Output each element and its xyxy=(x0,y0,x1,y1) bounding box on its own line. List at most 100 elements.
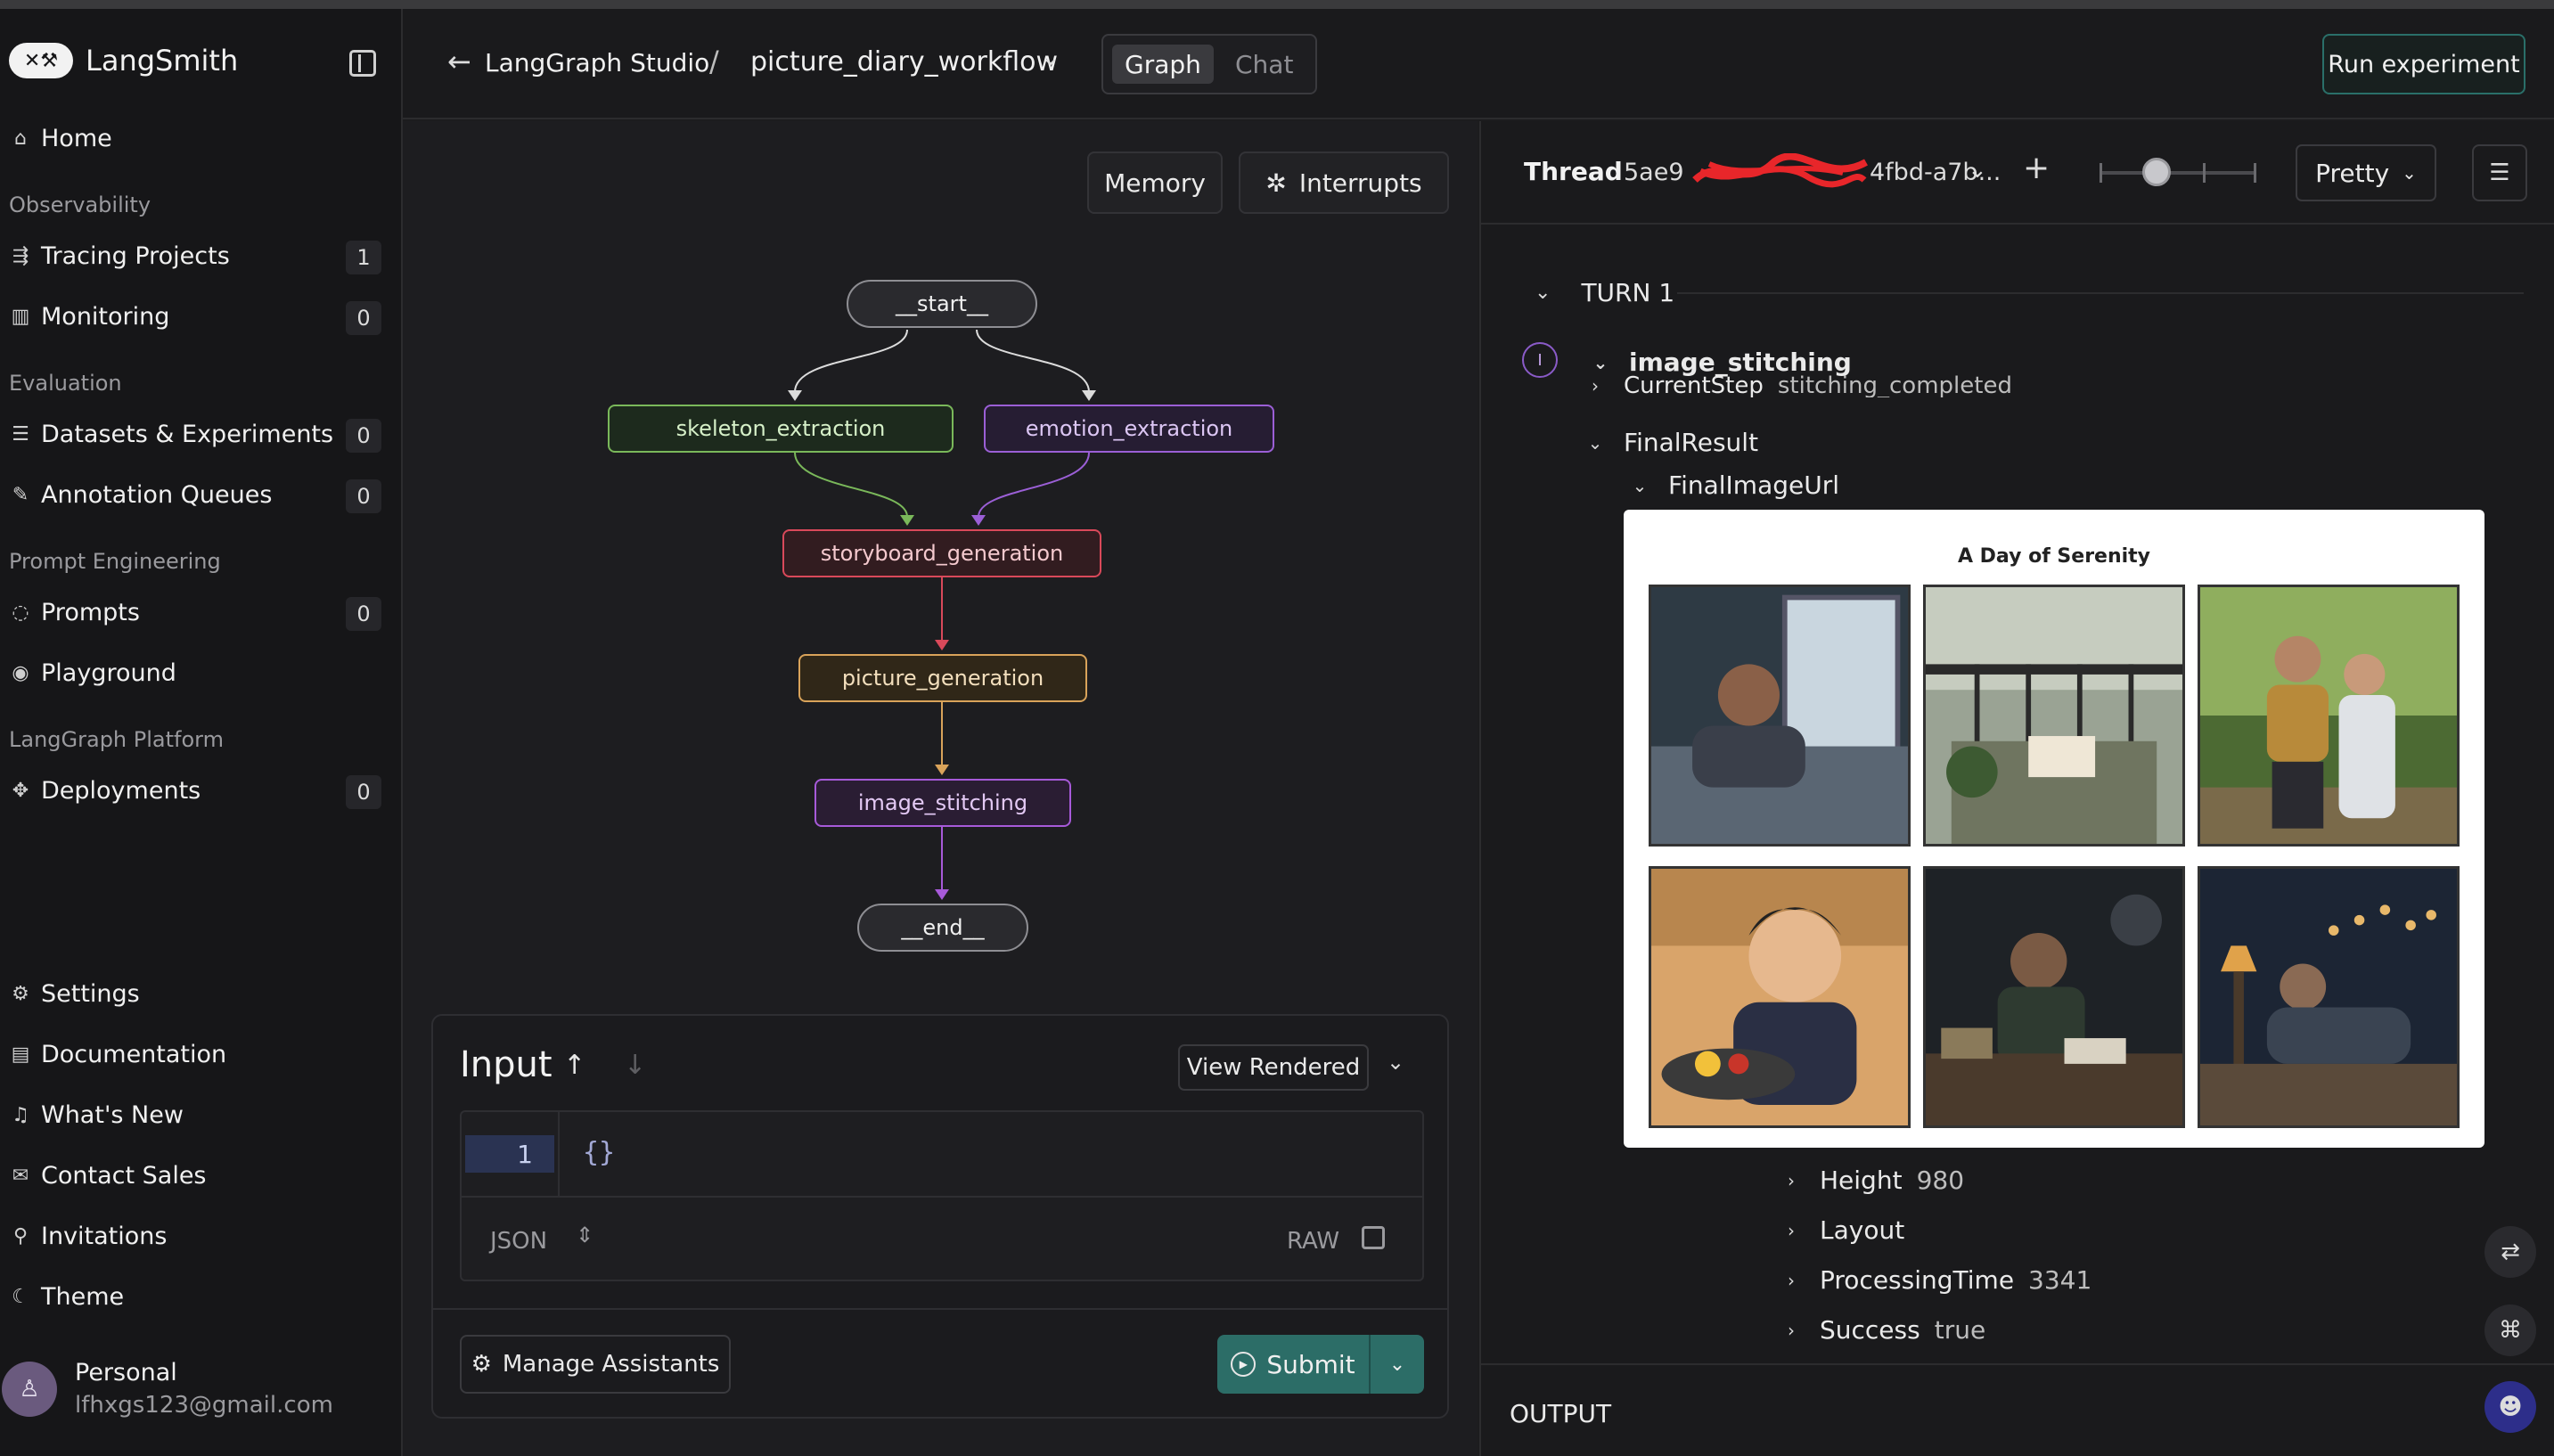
chevron-down-icon[interactable]: ⌄ xyxy=(1387,1050,1404,1075)
deploy-icon: ✥ xyxy=(12,780,29,802)
tree-row-final-result[interactable]: ⌄ FinalResult xyxy=(1586,428,1758,457)
tree-key: FinalImageUrl xyxy=(1668,470,1840,500)
section-observability: Observability xyxy=(9,192,151,217)
monitoring-icon: ▥ xyxy=(11,306,30,328)
sidebar-item-documentation[interactable]: ▤ Documentation xyxy=(9,1041,227,1068)
sidebar-item-home[interactable]: ⌂ Home xyxy=(9,125,112,152)
document-icon: ▤ xyxy=(11,1043,30,1066)
history-slider[interactable] xyxy=(2100,158,2256,186)
view-mode-toggle: Graph Chat xyxy=(1101,34,1317,94)
breadcrumb-langgraph-studio[interactable]: LangGraph Studio xyxy=(485,48,709,78)
editor-code[interactable]: {} xyxy=(583,1137,615,1168)
breadcrumb-separator: / xyxy=(709,45,719,78)
translate-icon[interactable]: ⇄ xyxy=(2484,1226,2536,1278)
datasets-count-badge: 0 xyxy=(346,419,381,453)
view-rendered-button[interactable]: View Rendered xyxy=(1178,1044,1369,1091)
edge-arrow xyxy=(1082,390,1096,401)
sidebar-item-label: Prompts xyxy=(41,599,140,626)
user-account[interactable]: ♙ Personal lfhxgs123@gmail.com xyxy=(0,1359,333,1419)
chevron-up-down-icon[interactable]: ⇕ xyxy=(576,1223,593,1247)
sidebar-item-label: Datasets & Experiments xyxy=(41,421,334,448)
edge-emotion-storyboard xyxy=(978,452,1090,518)
photo-couple-walking-park xyxy=(2198,585,2460,847)
chevron-down-icon[interactable]: ⌄ xyxy=(1041,45,1060,71)
graph-node-skeleton-extraction[interactable]: skeleton_extraction xyxy=(608,405,954,453)
view-format-label: Pretty xyxy=(2315,158,2390,188)
input-card: Input ↑ ↓ View Rendered ⌄ 1 {} JSON ⇕ RA… xyxy=(431,1014,1449,1419)
arrow-down-icon[interactable]: ↓ xyxy=(624,1050,646,1081)
step-name: image_stitching xyxy=(1629,348,1852,377)
sidebar-item-annotation-queues[interactable]: ✎ Annotation Queues xyxy=(9,481,273,509)
tree-row-height[interactable]: › Height 980 xyxy=(1782,1166,1964,1195)
tree-row-final-image-url[interactable]: ⌄ FinalImageUrl xyxy=(1631,470,1839,500)
user-email: lfhxgs123@gmail.com xyxy=(75,1392,333,1419)
edge-arrow xyxy=(900,515,914,526)
submit-button[interactable]: ▶ Submit xyxy=(1217,1335,1371,1394)
thread-id-prefix[interactable]: 5ae9 xyxy=(1624,159,1684,186)
graph-node-image-stitching[interactable]: image_stitching xyxy=(814,779,1071,827)
output-section[interactable]: OUTPUT xyxy=(1481,1363,2554,1456)
run-experiment-button[interactable]: Run experiment xyxy=(2322,34,2525,94)
tree-row-processing-time[interactable]: › ProcessingTime 3341 xyxy=(1782,1265,2091,1295)
sidebar-item-label: Documentation xyxy=(41,1041,227,1068)
graph-node-start[interactable]: __start__ xyxy=(847,280,1037,328)
json-editor[interactable]: 1 {} JSON ⇕ RAW xyxy=(460,1110,1424,1281)
tree-row-success[interactable]: › Success true xyxy=(1782,1315,1985,1345)
turn-header[interactable]: ⌄ TURN 1 xyxy=(1535,278,1674,307)
tab-graph[interactable]: Graph xyxy=(1112,45,1214,84)
sidebar-item-theme[interactable]: ☾ Theme xyxy=(9,1283,124,1311)
sidebar-item-contact-sales[interactable]: ✉ Contact Sales xyxy=(9,1162,207,1190)
tab-chat[interactable]: Chat xyxy=(1223,45,1306,84)
turn-label: TURN 1 xyxy=(1581,278,1675,307)
assistant-bot-icon[interactable]: ☻ xyxy=(2484,1381,2536,1433)
thread-label: Thread xyxy=(1524,157,1623,186)
workflow-selector[interactable]: picture_diary_workflow xyxy=(750,46,1058,78)
thread-chevron-down-icon[interactable]: ⌄ xyxy=(1968,157,1987,184)
submit-options-chevron-icon[interactable]: ⌄ xyxy=(1371,1335,1424,1394)
sidebar-item-prompts[interactable]: ◌ Prompts xyxy=(9,599,140,626)
sidebar-item-label: Contact Sales xyxy=(41,1162,207,1190)
step-badge: I xyxy=(1522,342,1558,378)
graph-node-end[interactable]: __end__ xyxy=(857,904,1028,952)
sidebar-item-whats-new[interactable]: ♫ What's New xyxy=(9,1101,184,1129)
photo-working-at-desk xyxy=(1923,866,2185,1128)
view-format-select[interactable]: Pretty ⌄ xyxy=(2296,144,2436,201)
database-icon[interactable]: ☰ xyxy=(2472,144,2527,201)
stitched-image-preview[interactable]: A Day of Serenity xyxy=(1624,510,2484,1148)
editor-gutter: 1 xyxy=(462,1112,560,1196)
play-circle-icon: ◉ xyxy=(12,662,29,684)
graph-node-storyboard-generation[interactable]: storyboard_generation xyxy=(782,529,1101,577)
copy-icon[interactable] xyxy=(1362,1226,1385,1249)
tree-row-layout[interactable]: › Layout xyxy=(1782,1215,1904,1245)
step-row-image-stitching[interactable]: ⌄ image_stitching xyxy=(1592,348,1852,377)
arrow-up-icon[interactable]: ↑ xyxy=(563,1050,585,1081)
section-prompt-engineering: Prompt Engineering xyxy=(9,549,221,574)
tree-row-current-step[interactable]: › CurrentStep stitching_completed xyxy=(1586,374,2012,397)
sidebar-item-tracing-projects[interactable]: ⇶ Tracing Projects xyxy=(9,242,230,270)
photo-reading-on-balcony xyxy=(1923,585,2185,847)
sidebar-item-deployments[interactable]: ✥ Deployments xyxy=(9,777,201,805)
graph-node-picture-generation[interactable]: picture_generation xyxy=(798,654,1087,702)
raw-toggle[interactable]: RAW xyxy=(1287,1228,1339,1255)
edge-start-skeleton xyxy=(794,329,908,393)
sidebar-item-label: Deployments xyxy=(41,777,201,805)
sidebar-item-playground[interactable]: ◉ Playground xyxy=(9,659,176,687)
graph-node-emotion-extraction[interactable]: emotion_extraction xyxy=(984,405,1274,453)
app-logo[interactable]: ✕⚒ LangSmith xyxy=(9,43,238,78)
apps-grid-icon[interactable]: ⌘ xyxy=(2484,1305,2536,1356)
moon-icon: ☾ xyxy=(12,1286,29,1308)
back-arrow-icon[interactable]: ← xyxy=(447,45,471,78)
new-thread-plus-icon[interactable]: + xyxy=(2023,150,2050,186)
section-langgraph-platform: LangGraph Platform xyxy=(9,727,224,752)
manage-assistants-button[interactable]: ⚙ Manage Assistants xyxy=(460,1335,731,1394)
sidebar-item-settings[interactable]: ⚙ Settings xyxy=(9,980,140,1008)
format-label[interactable]: JSON xyxy=(490,1228,547,1255)
slider-thumb[interactable] xyxy=(2142,158,2171,186)
prompts-count-badge: 0 xyxy=(346,597,381,631)
workspace-name: Personal xyxy=(75,1359,177,1386)
sidebar-item-invitations[interactable]: ⚲ Invitations xyxy=(9,1223,168,1250)
sidebar-item-monitoring[interactable]: ▥ Monitoring xyxy=(9,303,170,331)
deployments-count-badge: 0 xyxy=(346,775,381,809)
sidebar-item-datasets[interactable]: ☰ Datasets & Experiments xyxy=(9,421,333,448)
sidebar-collapse-icon[interactable] xyxy=(349,50,376,77)
